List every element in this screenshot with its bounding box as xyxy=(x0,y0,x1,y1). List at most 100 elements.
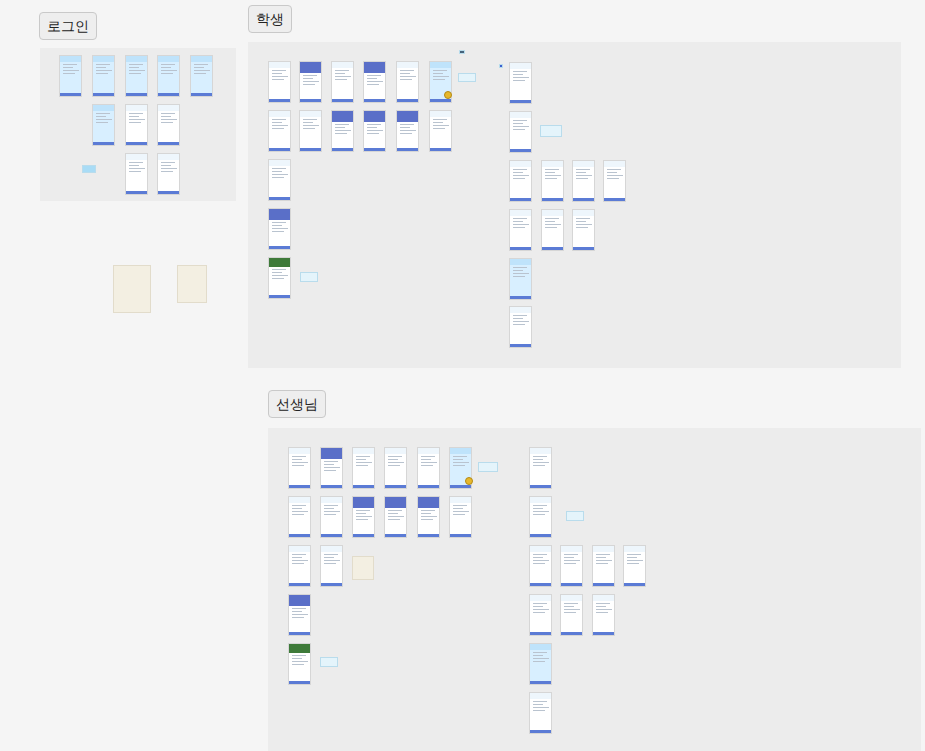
screen-frame[interactable] xyxy=(396,110,419,152)
screen-frame[interactable] xyxy=(268,159,291,201)
screen-frame[interactable] xyxy=(592,594,615,636)
sticky-note[interactable] xyxy=(459,50,465,54)
screen-frame[interactable] xyxy=(363,61,386,103)
sticky-note[interactable] xyxy=(458,73,476,82)
screen-frame[interactable] xyxy=(529,594,552,636)
screen-line xyxy=(388,516,404,517)
screen-nav xyxy=(126,191,147,194)
screen-frame[interactable] xyxy=(288,447,311,489)
screen-frame[interactable] xyxy=(125,104,148,146)
screen-frame[interactable] xyxy=(417,447,440,489)
screen-frame[interactable] xyxy=(352,447,375,489)
sticky-note[interactable] xyxy=(566,511,584,521)
screen-frame[interactable] xyxy=(396,61,419,103)
screen-header xyxy=(158,154,179,160)
screen-header xyxy=(269,111,290,117)
screen-frame[interactable] xyxy=(429,110,452,152)
screen-frame[interactable] xyxy=(157,153,180,195)
screen-frame[interactable] xyxy=(320,496,343,538)
screen-nav xyxy=(593,583,614,586)
screen-frame[interactable] xyxy=(320,447,343,489)
screen-frame[interactable] xyxy=(268,208,291,250)
screen-frame[interactable] xyxy=(509,209,532,251)
sticky-note[interactable] xyxy=(540,125,562,137)
screen-frame[interactable] xyxy=(299,110,322,152)
screen-frame[interactable] xyxy=(288,496,311,538)
screen-frame[interactable] xyxy=(417,496,440,538)
screen-frame[interactable] xyxy=(509,160,532,202)
design-canvas[interactable]: 로그인 학생선생님 xyxy=(0,0,925,751)
screen-line xyxy=(292,655,306,656)
screen-frame[interactable] xyxy=(572,209,595,251)
screen-frame[interactable] xyxy=(268,110,291,152)
screen-frame[interactable] xyxy=(603,160,626,202)
screen-frame[interactable] xyxy=(268,257,291,299)
screen-frame[interactable] xyxy=(560,594,583,636)
screen-frame[interactable] xyxy=(541,160,564,202)
screen-frame[interactable] xyxy=(449,496,472,538)
screen-frame[interactable] xyxy=(509,306,532,348)
screen-line xyxy=(513,80,525,81)
screen-frame[interactable] xyxy=(509,62,532,104)
screen-frame[interactable] xyxy=(384,496,407,538)
screen-frame[interactable] xyxy=(623,545,646,587)
screen-frame[interactable] xyxy=(92,55,115,97)
screen-frame[interactable] xyxy=(320,545,343,587)
screen-line xyxy=(545,227,557,228)
screen-frame[interactable] xyxy=(592,545,615,587)
illustration-image[interactable] xyxy=(113,265,151,313)
screen-line xyxy=(607,172,617,173)
screen-line xyxy=(545,218,559,219)
screen-line xyxy=(272,119,286,120)
screen-frame[interactable] xyxy=(125,55,148,97)
screen-frame[interactable] xyxy=(288,545,311,587)
screen-frame[interactable] xyxy=(529,496,552,538)
sticky-note[interactable] xyxy=(320,657,338,667)
screen-frame[interactable] xyxy=(288,643,311,685)
screen-frame[interactable] xyxy=(299,61,322,103)
screen-frame[interactable] xyxy=(529,545,552,587)
section-label[interactable]: 로그인 xyxy=(39,12,97,40)
screen-frame[interactable] xyxy=(59,55,82,97)
sticky-note[interactable] xyxy=(478,462,498,472)
screen-frame[interactable] xyxy=(509,111,532,153)
screen-frame[interactable] xyxy=(572,160,595,202)
screen-line xyxy=(453,465,465,466)
screen-line xyxy=(596,609,612,610)
screen-line xyxy=(335,76,351,77)
screen-line xyxy=(324,514,336,515)
screen-frame[interactable] xyxy=(157,55,180,97)
screen-line xyxy=(324,464,334,465)
screen-frame[interactable] xyxy=(268,61,291,103)
screen-frame[interactable] xyxy=(331,61,354,103)
section-label[interactable]: 선생님 xyxy=(268,390,326,418)
screen-frame[interactable] xyxy=(529,643,552,685)
screen-nav xyxy=(191,93,212,96)
screen-frame[interactable] xyxy=(92,104,115,146)
screen-frame[interactable] xyxy=(529,447,552,489)
screen-header xyxy=(530,644,551,650)
screen-frame[interactable] xyxy=(529,692,552,734)
screen-frame[interactable] xyxy=(352,496,375,538)
screen-line xyxy=(596,603,610,604)
sticky-note[interactable] xyxy=(82,165,96,173)
screen-line xyxy=(292,465,304,466)
screen-frame[interactable] xyxy=(331,110,354,152)
screen-frame[interactable] xyxy=(363,110,386,152)
screen-frame[interactable] xyxy=(384,447,407,489)
screen-line xyxy=(272,228,288,229)
screen-frame[interactable] xyxy=(560,545,583,587)
screen-frame[interactable] xyxy=(509,258,532,300)
screen-frame[interactable] xyxy=(288,594,311,636)
screen-frame[interactable] xyxy=(190,55,213,97)
sticky-note[interactable] xyxy=(300,272,318,282)
screen-header xyxy=(385,448,406,454)
screen-frame[interactable] xyxy=(157,104,180,146)
screen-frame[interactable] xyxy=(541,209,564,251)
illustration-image[interactable] xyxy=(177,265,207,303)
sticky-note[interactable] xyxy=(499,64,503,68)
screen-header xyxy=(593,546,614,552)
screen-frame[interactable] xyxy=(125,153,148,195)
emoji-sheet-image[interactable] xyxy=(352,556,374,580)
section-label[interactable]: 학생 xyxy=(248,5,292,33)
